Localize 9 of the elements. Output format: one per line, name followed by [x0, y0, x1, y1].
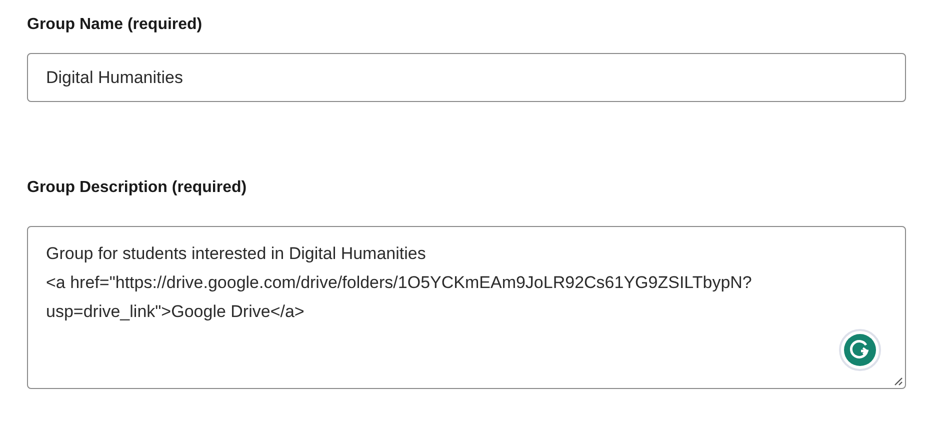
- field-label: Group Name (required): [27, 15, 202, 35]
- text-line: Group for students interested in Digital Humanities: [46, 243, 426, 265]
- text-area[interactable]: Group for students interested in Digital Humanities <a href="https://drive.google.com/drive/folders/1O5YCKmEAm9JoLR92Cs61YG9ZSILTbypN? usp=drive_link">Google Drive</a>: [27, 226, 906, 389]
- resize-handle-icon[interactable]: [893, 376, 903, 386]
- text-line: usp=drive_link">Google Drive</a>: [46, 301, 304, 323]
- grammar-assistant-icon[interactable]: [839, 329, 881, 371]
- text-line: <a href="https://drive.google.com/drive/folders/1O5YCKmEAm9JoLR92Cs61YG9ZSILTbypN?: [46, 272, 752, 294]
- input-field[interactable]: Digital Humanities: [27, 53, 906, 102]
- field-label: Group Description (required): [27, 178, 247, 198]
